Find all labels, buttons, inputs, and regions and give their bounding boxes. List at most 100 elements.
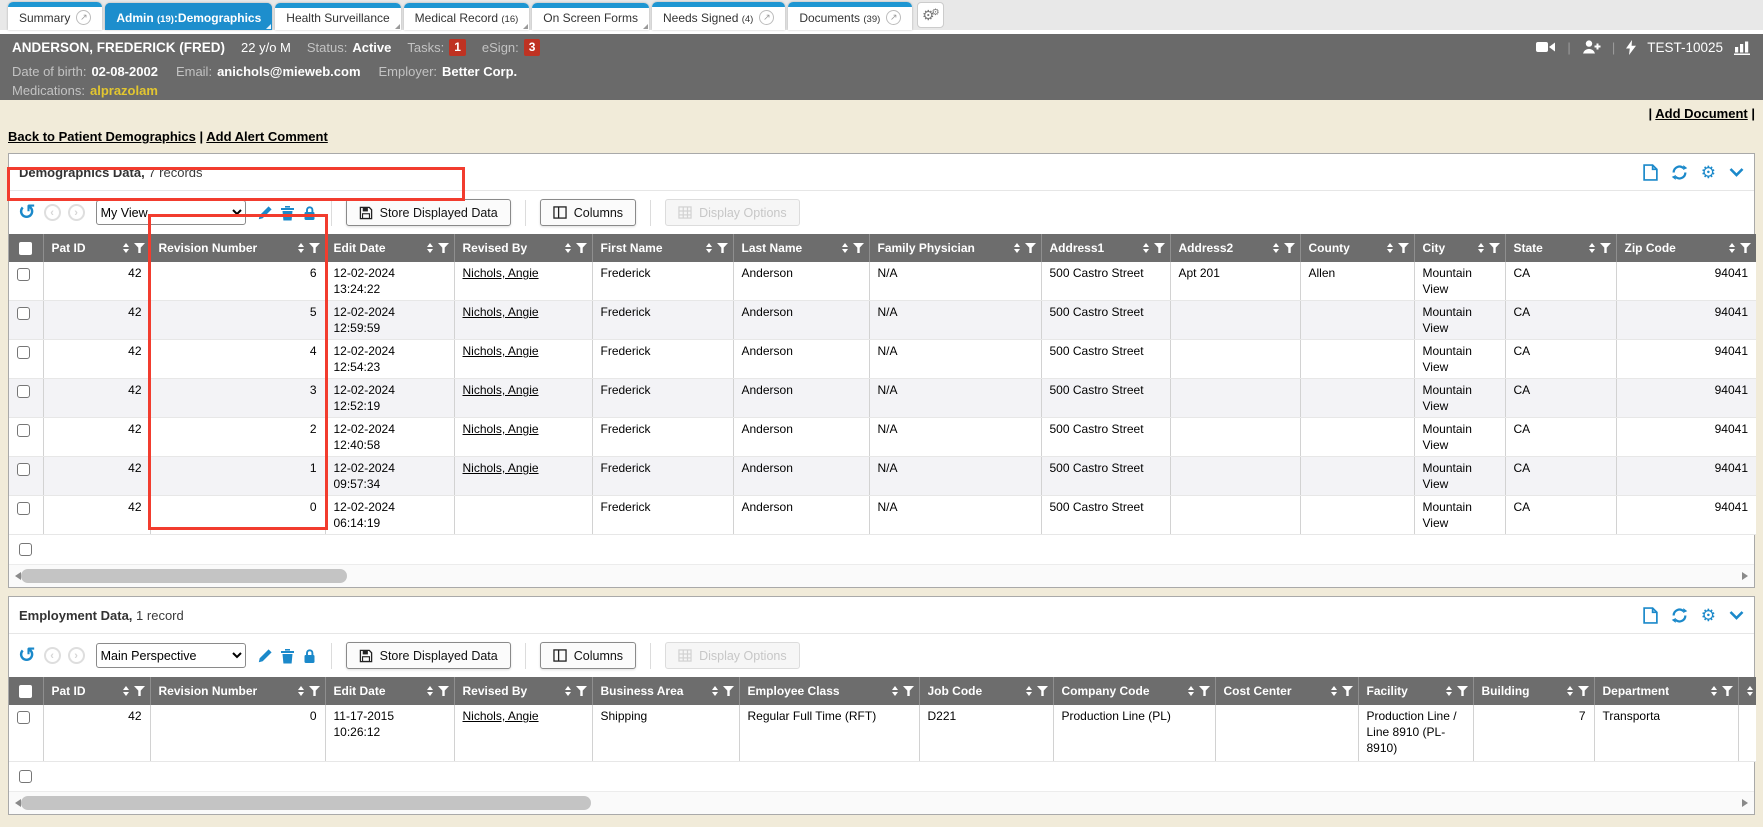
sort-icon[interactable]	[1273, 243, 1279, 253]
revised-by-link[interactable]: Nichols, Angie	[463, 305, 539, 319]
filter-icon[interactable]	[1342, 686, 1353, 696]
medications-value[interactable]: alprazolam	[90, 81, 158, 100]
sort-icon[interactable]	[123, 243, 129, 253]
tab-admin[interactable]: Admin (19):Demographics	[105, 3, 272, 30]
tab-medical-record[interactable]: Medical Record (16)	[404, 3, 530, 30]
row-checkbox[interactable]	[17, 307, 30, 320]
filter-icon[interactable]	[309, 243, 320, 253]
column-header-family-physician[interactable]: Family Physician	[869, 234, 1041, 262]
sort-icon[interactable]	[842, 243, 848, 253]
column-header-county[interactable]: County	[1300, 234, 1414, 262]
tab-needs-signed[interactable]: Needs Signed (4)↗	[652, 2, 785, 30]
row-checkbox[interactable]	[17, 711, 30, 724]
store-displayed-data-button[interactable]: Store Displayed Data	[346, 642, 511, 669]
sort-icon[interactable]	[1026, 686, 1032, 696]
column-header-facility[interactable]: Facility	[1358, 677, 1473, 705]
column-header-zip-code[interactable]: Zip Code	[1616, 234, 1756, 262]
sort-icon[interactable]	[706, 243, 712, 253]
undo-icon[interactable]: ↺	[18, 202, 36, 223]
nav-back-icon[interactable]: ‹	[44, 647, 61, 664]
collapse-chevron-icon[interactable]	[1729, 167, 1744, 177]
sort-icon[interactable]	[1729, 243, 1735, 253]
column-header-employee-class[interactable]: Employee Class	[739, 677, 919, 705]
revised-by-link[interactable]: Nichols, Angie	[463, 266, 539, 280]
view-select[interactable]: Main Perspective	[96, 643, 246, 668]
checkbox-icon[interactable]	[19, 242, 32, 255]
store-displayed-data-button[interactable]: Store Displayed Data	[346, 199, 511, 226]
filter-icon[interactable]	[1284, 243, 1295, 253]
column-header-address2[interactable]: Address2	[1170, 234, 1300, 262]
nav-forward-icon[interactable]: ›	[68, 647, 85, 664]
column-header-building[interactable]: Building	[1473, 677, 1594, 705]
nav-back-icon[interactable]: ‹	[44, 204, 61, 221]
new-document-icon[interactable]	[1643, 607, 1658, 624]
column-header-revised-by[interactable]: Revised By	[454, 234, 592, 262]
column-header-city[interactable]: City	[1414, 234, 1505, 262]
undo-icon[interactable]: ↺	[18, 645, 36, 666]
esign-badge[interactable]: 3	[524, 39, 541, 56]
tab-on-screen-forms[interactable]: On Screen Forms	[532, 3, 649, 30]
sort-icon[interactable]	[427, 243, 433, 253]
tab-documents[interactable]: Documents (39)↗	[788, 2, 912, 30]
columns-button[interactable]: Columns	[540, 199, 636, 226]
add-person-icon[interactable]	[1582, 40, 1601, 54]
back-to-demographics-link[interactable]: Back to Patient Demographics	[8, 129, 196, 144]
revised-by-link[interactable]: Nichols, Angie	[463, 344, 539, 358]
filter-icon[interactable]	[134, 686, 145, 696]
filter-icon[interactable]	[1722, 686, 1733, 696]
section-settings-gear-icon[interactable]: ⚙	[1701, 164, 1716, 181]
filter-icon[interactable]	[1457, 686, 1468, 696]
filter-icon[interactable]	[717, 243, 728, 253]
edit-view-pencil-icon[interactable]	[257, 205, 273, 221]
scroll-right-icon[interactable]	[1742, 799, 1748, 807]
section-settings-gear-icon[interactable]: ⚙	[1701, 607, 1716, 624]
filter-icon[interactable]	[1199, 686, 1210, 696]
add-alert-comment-link[interactable]: Add Alert Comment	[206, 129, 328, 144]
column-header-pat-id[interactable]: Pat ID	[43, 677, 150, 705]
row-checkbox[interactable]	[19, 770, 32, 783]
filter-icon[interactable]	[1154, 243, 1165, 253]
sort-icon[interactable]	[1711, 686, 1717, 696]
tab-settings-button[interactable]: ⚙⚙	[917, 2, 944, 28]
column-header-company-code[interactable]: Company Code	[1053, 677, 1215, 705]
delete-view-trash-icon[interactable]	[280, 205, 295, 221]
refresh-icon[interactable]	[1671, 164, 1688, 181]
sort-icon[interactable]	[123, 686, 129, 696]
filter-icon[interactable]	[576, 243, 587, 253]
filter-icon[interactable]	[576, 686, 587, 696]
nav-forward-icon[interactable]: ›	[68, 204, 85, 221]
lock-view-icon[interactable]	[302, 648, 317, 664]
scrollbar-thumb[interactable]	[21, 569, 347, 583]
tasks-badge[interactable]: 1	[449, 39, 466, 56]
column-header-first-name[interactable]: First Name	[592, 234, 733, 262]
revised-by-link[interactable]: Nichols, Angie	[463, 709, 539, 723]
sort-icon[interactable]	[298, 243, 304, 253]
filter-icon[interactable]	[1037, 686, 1048, 696]
column-header-business-area[interactable]: Business Area	[592, 677, 739, 705]
columns-button[interactable]: Columns	[540, 642, 636, 669]
sort-icon[interactable]	[1747, 686, 1753, 696]
filter-icon[interactable]	[1740, 243, 1751, 253]
tab-health-surveillance[interactable]: Health Surveillance	[275, 3, 400, 30]
sort-icon[interactable]	[1188, 686, 1194, 696]
column-header-revision-number[interactable]: Revision Number	[150, 234, 325, 262]
filter-icon[interactable]	[309, 686, 320, 696]
tab-summary[interactable]: Summary↗	[8, 2, 102, 30]
filter-icon[interactable]	[438, 686, 449, 696]
row-checkbox[interactable]	[17, 502, 30, 515]
row-checkbox[interactable]	[17, 268, 30, 281]
column-header-revision-number[interactable]: Revision Number	[150, 677, 325, 705]
column-header-department[interactable]: Department	[1594, 677, 1738, 705]
sort-icon[interactable]	[1589, 243, 1595, 253]
edit-view-pencil-icon[interactable]	[257, 648, 273, 664]
select-all-checkbox[interactable]	[9, 234, 43, 262]
sort-icon[interactable]	[1143, 243, 1149, 253]
sort-icon[interactable]	[1446, 686, 1452, 696]
row-checkbox[interactable]	[19, 543, 32, 556]
revised-by-link[interactable]: Nichols, Angie	[463, 461, 539, 475]
column-header-address1[interactable]: Address1	[1041, 234, 1170, 262]
sort-icon[interactable]	[712, 686, 718, 696]
refresh-icon[interactable]	[1671, 607, 1688, 624]
sort-icon[interactable]	[1567, 686, 1573, 696]
filter-icon[interactable]	[723, 686, 734, 696]
